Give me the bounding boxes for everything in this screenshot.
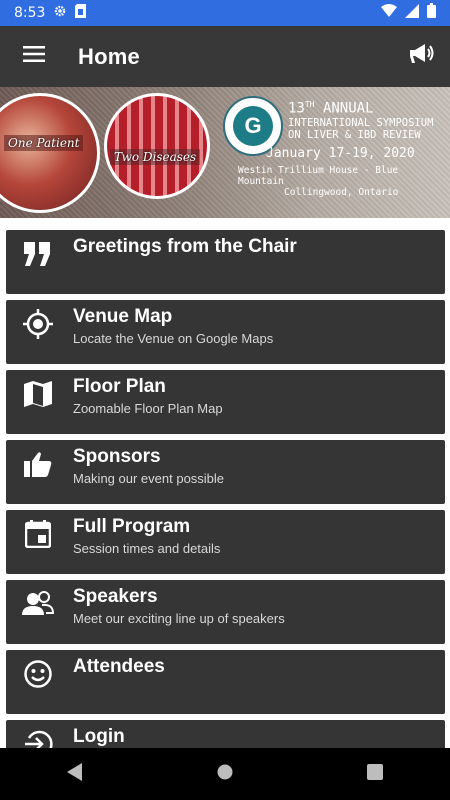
menu-item-title: Floor Plan <box>73 376 166 397</box>
menu-item-title: Full Program <box>73 516 191 537</box>
battery-icon <box>427 3 436 23</box>
menu-item-subtitle: Zoomable Floor Plan Map <box>73 401 223 416</box>
wifi-icon <box>381 4 397 22</box>
hamburger-menu-button[interactable] <box>14 37 54 77</box>
thumbs-up-icon <box>22 448 54 480</box>
menu-item-full-program[interactable]: Full Program Session times and details <box>6 510 445 574</box>
menu-item-title: Speakers <box>73 586 158 607</box>
menu-item-login[interactable]: Login <box>6 720 445 748</box>
home-menu-list: Greetings from the Chair Venue Map Locat… <box>0 218 450 748</box>
menu-item-title: Venue Map <box>73 306 173 327</box>
one-patient-label: One Patient <box>4 135 84 151</box>
banner-city: Collingwood, Ontario <box>284 186 399 198</box>
banner-text: 13TH ANNUAL INTERNATIONAL SYMPOSIUM ON L… <box>238 100 448 199</box>
status-bar: 8:53 <box>0 0 450 26</box>
back-icon <box>67 762 83 786</box>
menu-item-subtitle: Making our event possible <box>73 471 225 486</box>
app-bar: Home <box>0 26 450 87</box>
status-right-icons <box>381 3 436 23</box>
association-logo-mark: G <box>233 106 273 146</box>
banner-symposium-line2: ON LIVER & IBD REVIEW <box>288 128 421 141</box>
menu-item-title: Greetings from the Chair <box>73 236 297 257</box>
menu-item-floor-plan[interactable]: Floor Plan Zoomable Floor Plan Map <box>6 370 445 434</box>
system-nav-bar <box>0 748 450 800</box>
settings-icon <box>53 4 67 23</box>
calendar-icon <box>22 518 54 550</box>
banner-dates: January 17-19, 2020 <box>266 145 415 161</box>
menu-item-attendees[interactable]: Attendees <box>6 650 445 714</box>
banner-venue: Westin Trillium House - Blue Mountain <box>238 164 399 187</box>
nav-home-button[interactable] <box>195 754 255 794</box>
two-diseases-image <box>104 93 210 199</box>
quote-icon <box>22 238 54 270</box>
recents-icon <box>367 763 383 785</box>
menu-item-title: Login <box>73 726 125 747</box>
menu-item-speakers[interactable]: Speakers Meet our exciting line up of sp… <box>6 580 445 644</box>
menu-item-sponsors[interactable]: Sponsors Making our event possible <box>6 440 445 504</box>
two-diseases-label: Two Diseases <box>110 149 201 165</box>
menu-item-greetings[interactable]: Greetings from the Chair <box>6 230 445 294</box>
megaphone-icon <box>409 43 435 70</box>
home-icon <box>217 764 233 785</box>
menu-item-subtitle: Session times and details <box>73 541 221 556</box>
status-time: 8:53 <box>14 5 46 21</box>
nav-recents-button[interactable] <box>345 754 405 794</box>
symposium-banner: One Patient Two Diseases G 13TH ANNUAL I… <box>0 87 450 218</box>
menu-item-subtitle: Meet our exciting line up of speakers <box>73 611 285 626</box>
nav-back-button[interactable] <box>45 754 105 794</box>
menu-item-title: Sponsors <box>73 446 161 467</box>
smiley-face-icon <box>22 658 54 690</box>
status-left-icons <box>53 3 87 23</box>
target-location-icon <box>22 308 54 340</box>
page-title: Home <box>78 43 140 69</box>
announcements-button[interactable] <box>402 37 442 77</box>
banner-annual: 13TH ANNUAL <box>288 100 374 117</box>
menu-item-venue-map[interactable]: Venue Map Locate the Venue on Google Map… <box>6 300 445 364</box>
menu-item-subtitle: Locate the Venue on Google Maps <box>73 331 274 346</box>
map-icon <box>22 378 54 410</box>
people-icon <box>22 588 54 620</box>
signal-icon <box>405 3 419 23</box>
login-icon <box>22 728 54 748</box>
hamburger-menu-icon <box>23 46 45 67</box>
menu-item-title: Attendees <box>73 656 165 677</box>
sim-card-icon <box>75 3 87 23</box>
banner-symposium-line1: INTERNATIONAL SYMPOSIUM <box>288 116 434 129</box>
